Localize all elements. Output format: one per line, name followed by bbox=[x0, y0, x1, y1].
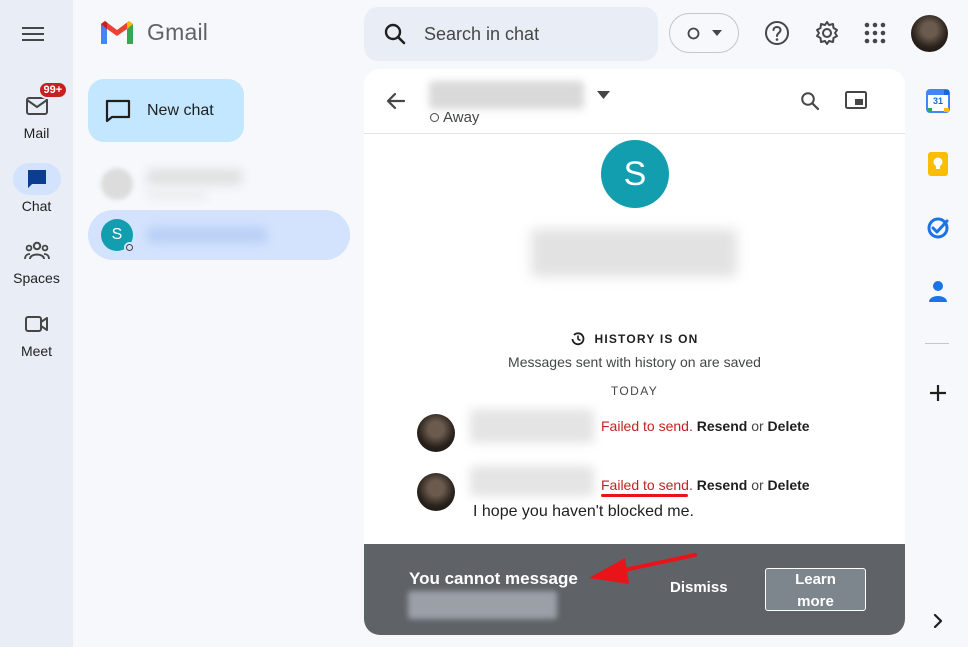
status-text: Away bbox=[443, 109, 480, 126]
rail-label-chat: Chat bbox=[21, 198, 52, 214]
chevron-down-icon[interactable] bbox=[597, 91, 610, 99]
gear-icon bbox=[816, 21, 838, 45]
learn-more-label: Learn more bbox=[795, 571, 836, 610]
rail-label-mail: Mail bbox=[23, 125, 50, 141]
message-content-redacted bbox=[470, 409, 594, 443]
menu-icon-bar bbox=[22, 33, 44, 35]
rail-label-meet: Meet bbox=[20, 343, 53, 359]
contact-name-redacted bbox=[147, 169, 242, 199]
status-selector[interactable] bbox=[669, 13, 739, 53]
status-dot-icon bbox=[124, 242, 135, 253]
delete-link[interactable]: Delete bbox=[768, 477, 810, 493]
contact-avatar: S bbox=[101, 219, 135, 253]
calendar-day: 31 bbox=[932, 96, 943, 106]
contacts-app-button[interactable] bbox=[925, 278, 951, 304]
contact-name-redacted bbox=[429, 81, 584, 109]
pop-out-icon[interactable] bbox=[845, 91, 867, 109]
or-text: or bbox=[751, 477, 764, 493]
annotation-underline bbox=[601, 494, 688, 497]
main-menu-button[interactable] bbox=[22, 22, 48, 46]
delete-link[interactable]: Delete bbox=[768, 418, 810, 434]
status-away-ring-icon bbox=[687, 27, 699, 39]
avatar-letter: S bbox=[623, 154, 647, 193]
search-bar[interactable] bbox=[364, 7, 658, 61]
or-text: or bbox=[751, 418, 764, 434]
contacts-person-icon bbox=[929, 281, 947, 302]
gmail-logo[interactable]: Gmail bbox=[99, 18, 208, 46]
chat-list-item-active[interactable]: S bbox=[88, 210, 350, 260]
snackbar-title: You cannot message bbox=[409, 569, 578, 588]
search-input[interactable] bbox=[424, 23, 624, 45]
new-chat-button[interactable]: New chat bbox=[88, 79, 244, 142]
contact-name-redacted bbox=[408, 591, 557, 619]
people-group-icon bbox=[23, 241, 50, 260]
left-rail: 99+ Mail Chat Spaces Meet bbox=[0, 0, 73, 647]
date-divider: TODAY bbox=[610, 384, 659, 398]
contact-name-redacted bbox=[531, 229, 737, 277]
menu-icon-bar bbox=[22, 27, 44, 29]
video-camera-icon bbox=[24, 316, 48, 332]
message-content-redacted bbox=[470, 466, 594, 496]
learn-more-button[interactable]: Learn more bbox=[765, 568, 866, 611]
expand-panel-button[interactable] bbox=[925, 608, 951, 634]
search-icon[interactable] bbox=[800, 91, 820, 111]
status-away-ring-icon bbox=[430, 113, 439, 122]
tasks-app-button[interactable] bbox=[925, 215, 951, 241]
settings-button[interactable] bbox=[814, 20, 840, 46]
tasks-check-icon bbox=[927, 217, 949, 239]
history-subtext: Messages sent with history on are saved bbox=[508, 354, 761, 370]
chat-icon bbox=[27, 170, 46, 188]
rail-item-chat[interactable]: Chat bbox=[0, 163, 73, 214]
side-panel-divider bbox=[925, 343, 949, 344]
dropdown-caret-icon bbox=[711, 30, 722, 36]
menu-icon-bar bbox=[22, 39, 44, 41]
contact-name-redacted bbox=[147, 227, 267, 243]
rail-item-meet[interactable]: Meet bbox=[0, 308, 73, 359]
unread-badge: 99+ bbox=[37, 81, 69, 99]
back-arrow-icon[interactable] bbox=[386, 91, 406, 111]
help-icon bbox=[765, 21, 789, 45]
apps-grid-icon bbox=[864, 22, 886, 44]
history-clock-icon bbox=[572, 332, 585, 346]
avatar-letter: S bbox=[111, 226, 123, 243]
failed-send-notice: Failed to send. Resend or Delete bbox=[601, 477, 810, 493]
rail-item-mail[interactable]: 99+ Mail bbox=[0, 81, 73, 141]
resend-link[interactable]: Resend bbox=[697, 418, 748, 434]
sender-avatar[interactable] bbox=[417, 414, 455, 452]
plus-icon bbox=[930, 385, 946, 401]
contact-avatar-large: S bbox=[601, 140, 669, 208]
history-status: HISTORY IS ON bbox=[364, 331, 905, 347]
mail-icon bbox=[25, 97, 48, 115]
chevron-right-icon bbox=[933, 614, 943, 628]
message-text: I hope you haven't blocked me. bbox=[473, 503, 694, 520]
failed-send-notice: Failed to send. Resend or Delete bbox=[601, 418, 810, 434]
annotation-arrow-icon bbox=[589, 553, 697, 584]
gmail-m-icon bbox=[101, 21, 133, 44]
account-avatar[interactable] bbox=[911, 15, 948, 52]
rail-item-spaces[interactable]: Spaces bbox=[0, 235, 73, 286]
gmail-logo-text: Gmail bbox=[147, 18, 209, 45]
chat-header: Away bbox=[364, 69, 905, 134]
history-label: HISTORY IS ON bbox=[594, 332, 699, 346]
failed-text[interactable]: Failed to send. bbox=[601, 477, 693, 493]
failed-text[interactable]: Failed to send. bbox=[601, 418, 693, 434]
search-icon[interactable] bbox=[384, 23, 406, 45]
new-chat-label: New chat bbox=[147, 101, 214, 119]
chat-list-item[interactable] bbox=[88, 159, 350, 209]
sender-avatar[interactable] bbox=[417, 473, 455, 511]
keep-app-button[interactable] bbox=[925, 151, 951, 177]
contact-status: Away bbox=[430, 109, 479, 126]
help-button[interactable] bbox=[764, 20, 790, 46]
apps-button[interactable] bbox=[862, 20, 888, 46]
add-app-button[interactable] bbox=[925, 380, 951, 406]
new-chat-icon bbox=[105, 99, 131, 122]
resend-link[interactable]: Resend bbox=[697, 477, 748, 493]
keep-bulb-icon bbox=[928, 152, 948, 176]
calendar-app-button[interactable]: 31 bbox=[925, 88, 951, 114]
contact-avatar bbox=[101, 168, 133, 200]
rail-label-spaces: Spaces bbox=[13, 270, 60, 286]
